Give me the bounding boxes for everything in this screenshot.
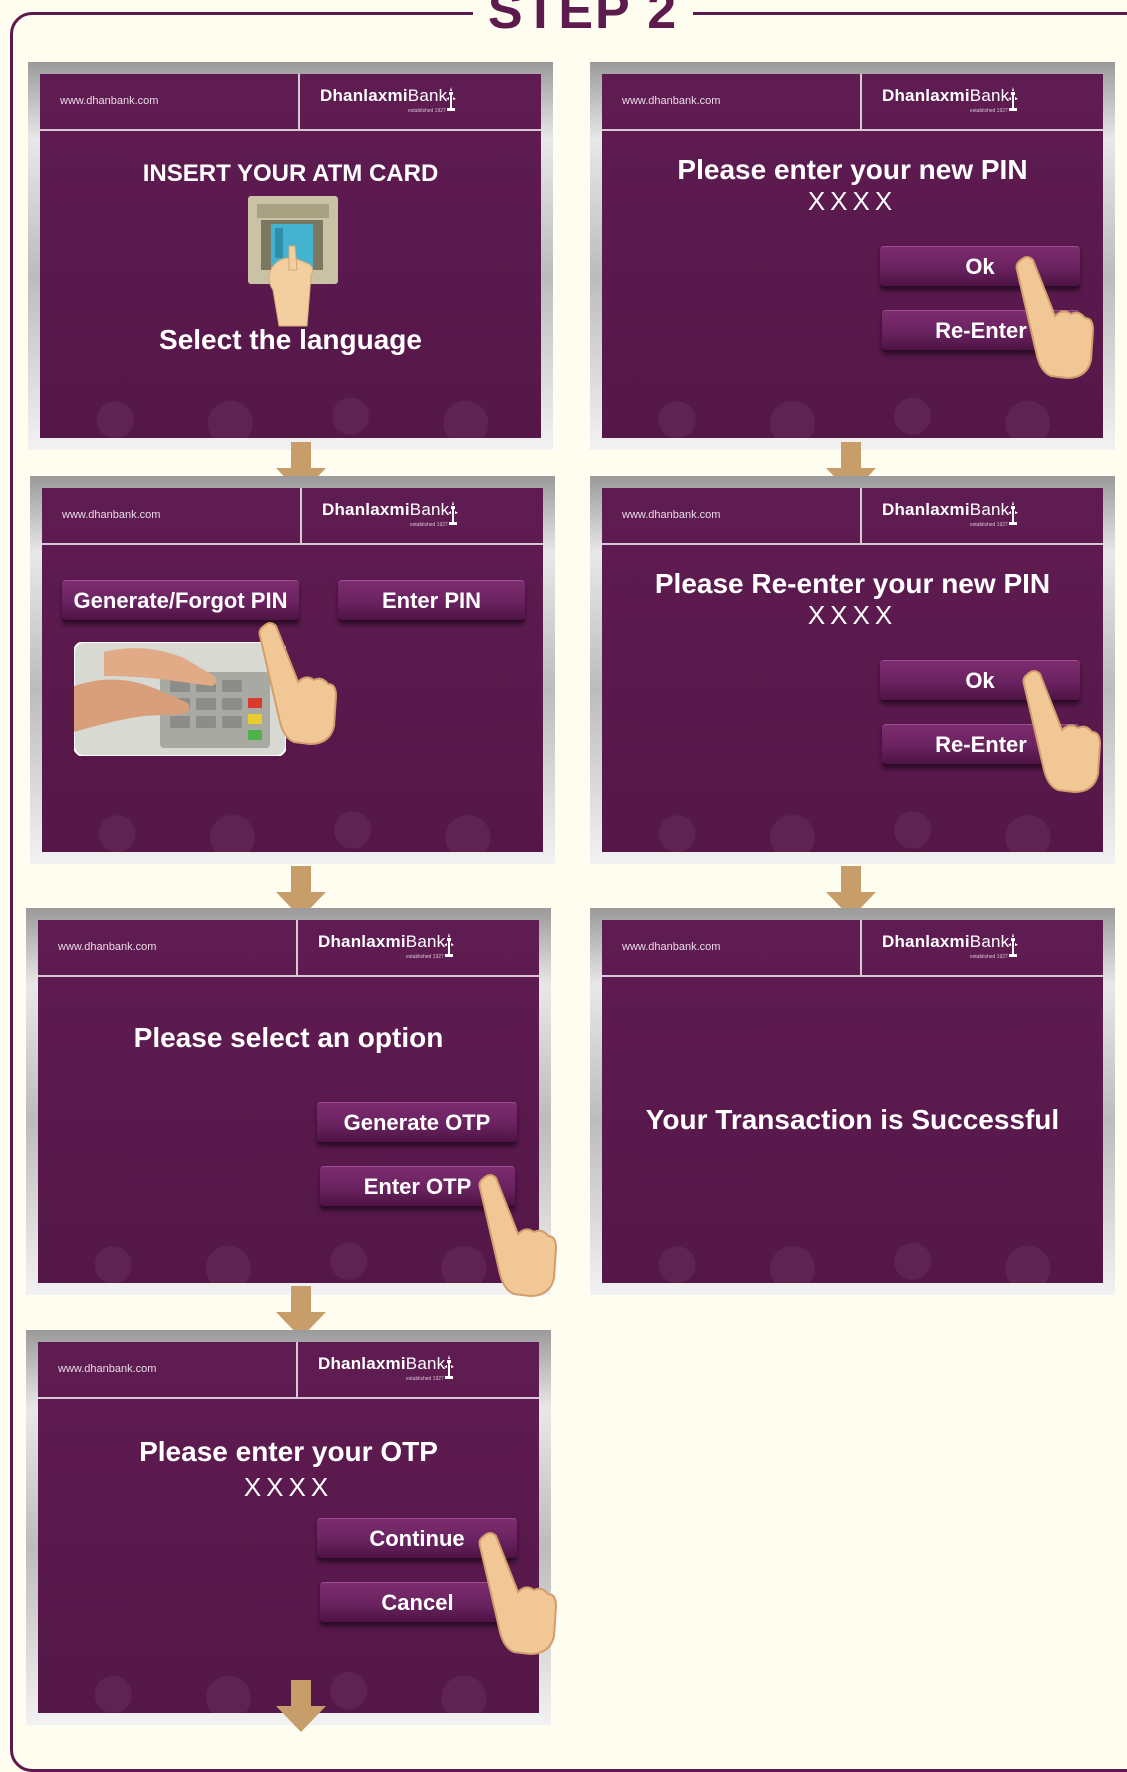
bank-url: www.dhanbank.com: [60, 95, 159, 107]
otp-mask: XXXX: [243, 1472, 334, 1502]
pointing-hand-icon: [1015, 256, 1095, 380]
pointing-hand-icon: [478, 1532, 558, 1656]
panel-insert-card: www.dhanbank.com DhanlaxmiBank establish…: [28, 62, 553, 450]
bank-logo-text: DhanlaxmiBank: [320, 86, 448, 105]
screen-header: www.dhanbank.com DhanlaxmiBank establish…: [40, 74, 541, 131]
bank-url: www.dhanbank.com: [622, 941, 721, 953]
pointing-hand-icon: [478, 1174, 558, 1298]
lamp-logo-icon: [448, 501, 458, 525]
reenter-pin-title: Please Re-enter your new PIN: [654, 568, 1051, 599]
panel-success: www.dhanbank.com DhanlaxmiBank establish…: [590, 908, 1115, 1295]
bank-url: www.dhanbank.com: [622, 95, 721, 107]
lamp-logo-icon: [446, 87, 456, 111]
bank-url: www.dhanbank.com: [622, 509, 721, 521]
enter-pin-button[interactable]: Enter PIN: [338, 580, 525, 622]
bank-established: established 1927: [410, 522, 448, 528]
lamp-logo-icon: [444, 933, 454, 957]
bank-established: established 1927: [408, 108, 446, 114]
screen-header: www.dhanbank.com DhanlaxmiBank establish…: [38, 920, 539, 977]
header-divider: [296, 1342, 298, 1397]
down-arrow-icon: [276, 1680, 326, 1732]
bank-logo-text: DhanlaxmiBank: [318, 932, 446, 951]
atm-screen: www.dhanbank.com DhanlaxmiBank establish…: [602, 920, 1103, 1283]
header-divider: [860, 74, 862, 129]
atm-screen: www.dhanbank.com DhanlaxmiBank establish…: [38, 1342, 539, 1713]
atm-screen: www.dhanbank.com DhanlaxmiBank establish…: [38, 920, 539, 1283]
step-title: STEP 2: [473, 0, 693, 41]
pointing-hand-icon: [1022, 670, 1102, 794]
generate-otp-button[interactable]: Generate OTP: [317, 1102, 517, 1144]
new-pin-title: Please enter your new PIN: [677, 154, 1028, 185]
panel-enter-otp: www.dhanbank.com DhanlaxmiBank establish…: [26, 1330, 551, 1725]
header-divider: [860, 920, 862, 975]
bank-established: established 1927: [406, 954, 444, 960]
bank-logo-text: DhanlaxmiBank: [322, 500, 450, 519]
lamp-logo-icon: [1008, 933, 1018, 957]
pin-mask: XXXX: [807, 600, 898, 630]
screen-header: www.dhanbank.com DhanlaxmiBank establish…: [42, 488, 543, 545]
bank-logo-text: DhanlaxmiBank: [318, 1354, 446, 1373]
panel-select-option: www.dhanbank.com DhanlaxmiBank establish…: [26, 908, 551, 1295]
screen-header: www.dhanbank.com DhanlaxmiBank establish…: [602, 74, 1103, 131]
select-language-text: Select the language: [159, 324, 422, 355]
screen-header: www.dhanbank.com DhanlaxmiBank establish…: [38, 1342, 539, 1399]
bank-url: www.dhanbank.com: [58, 1363, 157, 1375]
atm-screen: www.dhanbank.com DhanlaxmiBank establish…: [40, 74, 541, 438]
bank-established: established 1927: [970, 108, 1008, 114]
lamp-logo-icon: [444, 1355, 454, 1379]
bank-logo-text: DhanlaxmiBank: [882, 500, 1010, 519]
keypad-photo-icon: [74, 642, 286, 756]
bank-url: www.dhanbank.com: [62, 509, 161, 521]
lamp-logo-icon: [1008, 501, 1018, 525]
screen-header: www.dhanbank.com DhanlaxmiBank establish…: [602, 920, 1103, 977]
bank-logo-text: DhanlaxmiBank: [882, 932, 1010, 951]
bank-established: established 1927: [406, 1376, 444, 1382]
bank-logo-text: DhanlaxmiBank: [882, 86, 1010, 105]
screen-header: www.dhanbank.com DhanlaxmiBank establish…: [602, 488, 1103, 545]
pointing-hand-icon: [258, 622, 338, 746]
bank-established: established 1927: [970, 522, 1008, 528]
generate-forgot-pin-button[interactable]: Generate/Forgot PIN: [62, 580, 299, 622]
lamp-logo-icon: [1008, 87, 1018, 111]
insert-card-title: INSERT YOUR ATM CARD: [142, 160, 439, 187]
header-divider: [296, 920, 298, 975]
enter-otp-title: Please enter your OTP: [139, 1436, 438, 1467]
bank-url: www.dhanbank.com: [58, 941, 157, 953]
bank-established: established 1927: [970, 954, 1008, 960]
pin-mask: XXXX: [807, 186, 898, 216]
card-slot-icon: [248, 196, 338, 327]
header-divider: [860, 488, 862, 543]
header-divider: [300, 488, 302, 543]
success-message: Your Transaction is Successful: [645, 1104, 1060, 1135]
select-option-title: Please select an option: [133, 1022, 444, 1053]
header-divider: [298, 74, 300, 129]
